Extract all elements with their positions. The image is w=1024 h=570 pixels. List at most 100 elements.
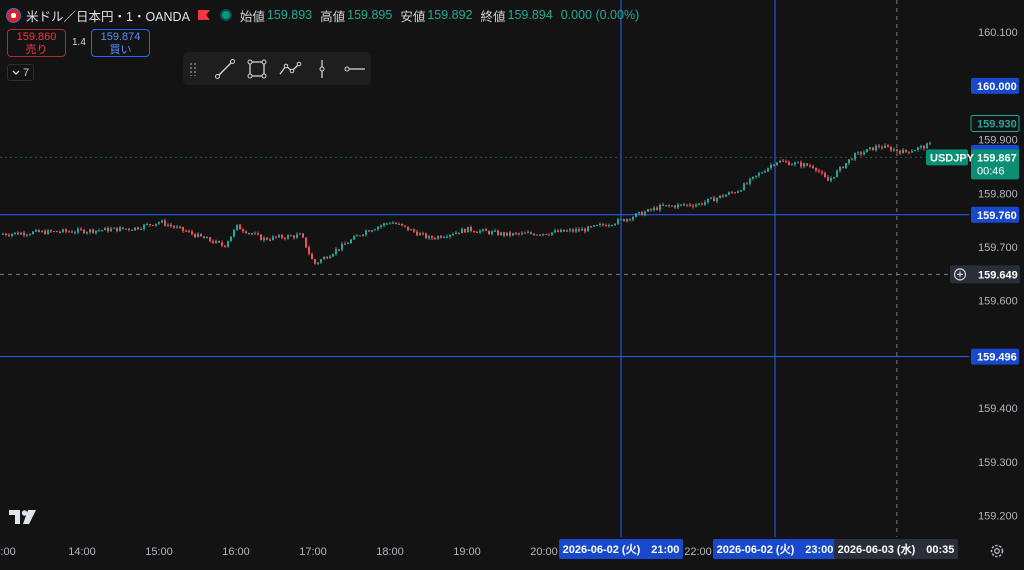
candle (221, 242, 223, 246)
candle (290, 235, 292, 237)
candle (665, 205, 667, 207)
candle (233, 229, 235, 237)
candle (800, 162, 802, 167)
candle (470, 226, 472, 232)
candle (614, 223, 616, 226)
tradingview-logo-icon[interactable] (9, 510, 37, 524)
candle (899, 150, 901, 154)
indicators-collapse-button[interactable]: 7 (7, 64, 34, 81)
candle (218, 240, 220, 243)
trend-line-icon (214, 58, 235, 79)
candle (731, 192, 733, 194)
candle (482, 229, 484, 231)
candle (878, 145, 880, 147)
candle (341, 243, 343, 250)
price-tick-5: 159.400 (978, 403, 1018, 415)
candle (11, 233, 13, 236)
rectangle-tool[interactable] (241, 56, 273, 82)
candle (644, 211, 646, 216)
series-name-label: USDJPY (930, 152, 975, 164)
candle (8, 234, 10, 236)
candle (515, 233, 517, 235)
candle (272, 236, 274, 240)
candle (59, 231, 61, 233)
candle (512, 233, 514, 236)
candle (368, 230, 370, 232)
long-position-tool[interactable] (306, 56, 338, 82)
candle (134, 227, 136, 231)
sell-button[interactable]: 159.860 売り (7, 29, 66, 57)
candle (674, 205, 676, 208)
candle (848, 159, 850, 164)
candle (68, 231, 70, 233)
candle (503, 232, 505, 236)
candle (356, 235, 358, 237)
candle (869, 147, 871, 150)
candle (101, 230, 103, 232)
candle (419, 233, 421, 236)
candle (257, 233, 259, 235)
path-tool[interactable] (274, 56, 306, 82)
trend-line-tool[interactable] (209, 56, 241, 82)
drag-handle-icon[interactable] (189, 61, 197, 76)
candle (401, 223, 403, 226)
candle (155, 223, 157, 226)
horizontal-ray-tool[interactable] (339, 56, 371, 82)
candle (539, 234, 541, 236)
candle (764, 171, 766, 173)
candle (722, 195, 724, 197)
candle (212, 241, 214, 244)
price-label-6: 159.496 (977, 352, 1017, 364)
candle (707, 198, 709, 203)
flag-icon[interactable] (197, 10, 210, 20)
candle (89, 229, 91, 233)
price-chart[interactable]: 160.100 159.900 159.800 159.700 159.600 159.4… (0, 0, 1024, 570)
candle (494, 230, 496, 232)
candle (122, 227, 124, 229)
candle (587, 226, 589, 232)
candle (758, 173, 760, 176)
candle (5, 233, 7, 235)
candle (770, 164, 772, 168)
candle (485, 229, 487, 232)
candle (881, 146, 883, 148)
candle (875, 145, 877, 151)
candle (170, 224, 172, 227)
symbol-title[interactable]: 米ドル／日本円・1・OANDA (26, 6, 190, 25)
candle (749, 178, 751, 184)
candle (803, 163, 805, 167)
candle (206, 237, 208, 239)
candle (584, 228, 586, 232)
candle (74, 232, 76, 234)
gear-icon[interactable] (989, 543, 1005, 559)
time-tick-4: 17:00 (299, 546, 327, 558)
candle (476, 231, 478, 233)
candle (164, 220, 166, 226)
candle (77, 228, 79, 233)
candle (518, 233, 520, 235)
buy-button[interactable]: 159.874 買い (91, 29, 150, 57)
time-tick-3: 16:00 (222, 546, 250, 558)
candle (812, 166, 814, 169)
candle (107, 227, 109, 232)
candle (557, 230, 559, 232)
candle (2, 233, 4, 235)
candle (311, 253, 313, 260)
candle (92, 229, 94, 233)
candle (872, 147, 874, 151)
ohlc-high-label: 高値 (320, 9, 346, 24)
drawing-toolbar (183, 52, 371, 85)
candle (491, 231, 493, 235)
candle (176, 226, 178, 228)
candle (269, 239, 271, 241)
candle (860, 152, 862, 155)
candle (467, 226, 469, 233)
candle (191, 231, 193, 235)
candle (362, 234, 364, 236)
candle (53, 231, 55, 233)
candle (617, 219, 619, 224)
sell-price: 159.860 (16, 31, 57, 43)
candle (578, 229, 580, 231)
candle (41, 230, 43, 233)
candle (797, 162, 799, 164)
